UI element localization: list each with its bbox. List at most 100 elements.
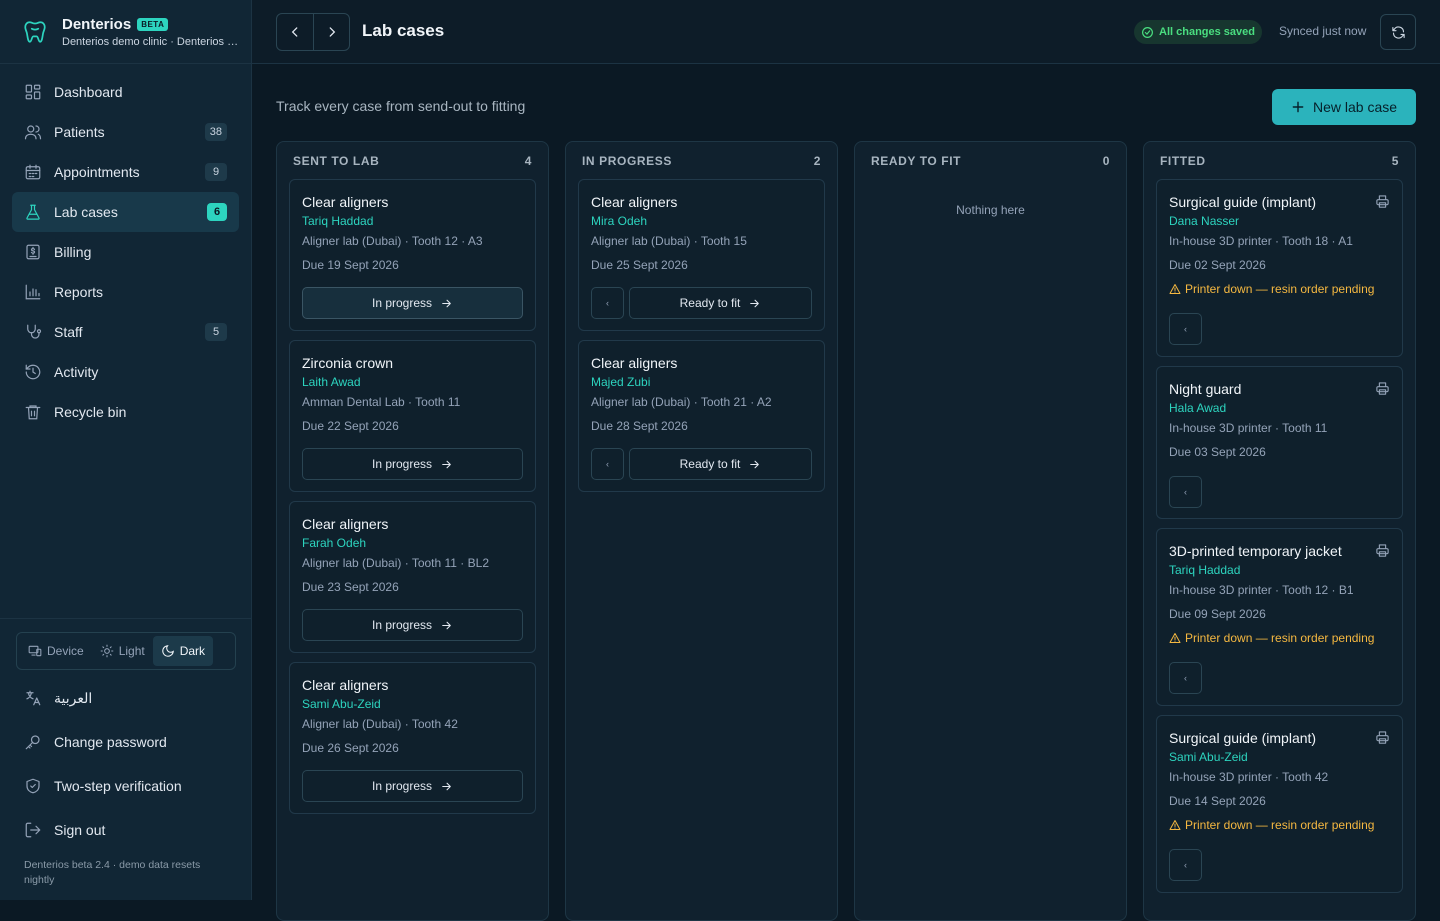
move-back-button[interactable]: ‹ — [591, 448, 624, 480]
users-icon — [24, 125, 42, 140]
moon-icon — [161, 645, 174, 657]
lab-cases-count-badge: 6 — [207, 203, 227, 221]
change-password-button[interactable]: Change password — [0, 720, 252, 764]
version-footer: Denterios beta 2.4 · demo data resets ni… — [24, 859, 201, 886]
two-step-verification-button[interactable]: Two-step verification — [0, 764, 252, 808]
sidebar-item-appointments[interactable]: Appointments 9 — [12, 152, 239, 192]
printer-icon[interactable] — [1375, 730, 1390, 745]
dashboard-icon — [25, 84, 41, 100]
translate-icon — [26, 690, 41, 706]
sidebar-item-activity[interactable]: Activity — [12, 352, 239, 392]
lab-case-card[interactable]: 3D-printed temporary jacket Tariq Haddad… — [1156, 528, 1403, 706]
column-fitted: FITTED 5 Surgical guide (implant) Dana Na… — [1143, 141, 1416, 921]
warning-icon — [1169, 820, 1181, 830]
patient-link[interactable]: Mira Odeh — [591, 214, 647, 228]
patient-link[interactable]: Sami Abu-Zeid — [1169, 750, 1248, 764]
case-lab-details: Aligner lab (Dubai) · Tooth 21 · A2 — [591, 395, 772, 409]
button-label: Ready to fit — [679, 457, 741, 471]
sidebar-item-dashboard[interactable]: Dashboard — [12, 72, 239, 112]
lab-case-card[interactable]: Clear aligners Sami Abu-Zeid Aligner lab… — [289, 662, 536, 814]
sidebar-item-label: Lab cases — [54, 204, 118, 220]
theme-device-button[interactable]: Device — [20, 636, 92, 666]
sign-out-label: Sign out — [54, 822, 106, 838]
theme-light-button[interactable]: Light — [92, 636, 153, 666]
printer-warning: Printer down — resin order pending — [1169, 631, 1374, 645]
brand-name: Denterios BETA — [62, 16, 240, 33]
printer-icon[interactable] — [1375, 543, 1390, 558]
case-lab-details: Aligner lab (Dubai) · Tooth 42 — [302, 717, 458, 731]
case-due-date: Due 28 Sept 2026 — [591, 419, 688, 433]
tooth-logo-icon — [24, 20, 46, 43]
lab-case-card[interactable]: Night guard Hala Awad In-house 3D printe… — [1156, 366, 1403, 519]
move-to-in-progress-button[interactable]: In progress — [302, 770, 523, 802]
new-lab-case-button[interactable]: New lab case — [1272, 89, 1416, 125]
sidebar: Denterios BETA Denterios demo clinic · De… — [0, 0, 252, 900]
warning-text: Printer down — resin order pending — [1185, 818, 1375, 832]
case-lab-details: In-house 3D printer · Tooth 11 — [1169, 421, 1328, 435]
patient-link[interactable]: Farah Odeh — [302, 536, 366, 550]
printer-icon[interactable] — [1375, 381, 1390, 396]
patient-link[interactable]: Sami Abu-Zeid — [302, 697, 381, 711]
move-to-in-progress-button[interactable]: In progress — [302, 448, 523, 480]
patient-link[interactable]: Laith Awad — [302, 375, 361, 389]
sidebar-item-reports[interactable]: Reports — [12, 272, 239, 312]
move-to-in-progress-button[interactable]: In progress — [302, 609, 523, 641]
forward-button[interactable] — [313, 14, 349, 50]
printer-icon[interactable] — [1375, 194, 1390, 209]
button-label: In progress — [371, 618, 433, 632]
sidebar-item-patients[interactable]: Patients 38 — [12, 112, 239, 152]
patient-link[interactable]: Tariq Haddad — [1169, 563, 1240, 577]
column-count: 0 — [1102, 154, 1110, 168]
patient-link[interactable]: Dana Nasser — [1169, 214, 1239, 228]
move-to-ready-button[interactable]: Ready to fit — [629, 448, 812, 480]
sidebar-item-lab-cases[interactable]: Lab cases 6 — [12, 192, 239, 232]
lab-case-card[interactable]: Zirconia crown Laith Awad Amman Dental L… — [289, 340, 536, 492]
refresh-button[interactable] — [1380, 14, 1416, 50]
column-header: SENT TO LAB 4 — [277, 142, 548, 180]
move-back-button[interactable]: ‹ — [591, 287, 624, 319]
patient-link[interactable]: Tariq Haddad — [302, 214, 373, 228]
back-button[interactable] — [277, 14, 313, 50]
lab-case-card[interactable]: Surgical guide (implant) Sami Abu-Zeid I… — [1156, 715, 1403, 893]
chevron-left-icon — [291, 27, 298, 37]
lab-case-card[interactable]: Clear aligners Majed Zubi Aligner lab (D… — [578, 340, 825, 492]
patient-link[interactable]: Majed Zubi — [591, 375, 650, 389]
sign-out-button[interactable]: Sign out — [0, 808, 252, 852]
brand[interactable]: Denterios BETA Denterios demo clinic · De… — [0, 0, 251, 64]
key-icon — [25, 735, 40, 750]
device-icon — [28, 645, 42, 657]
move-back-button[interactable]: ‹ — [1169, 313, 1202, 345]
column-title: FITTED — [1160, 154, 1206, 168]
move-back-button[interactable]: ‹ — [1169, 662, 1202, 694]
sidebar-item-billing[interactable]: Billing — [12, 232, 239, 272]
case-due-date: Due 14 Sept 2026 — [1169, 794, 1266, 808]
column-sent-to-lab: SENT TO LAB 4 Clear aligners Tariq Haddad… — [276, 141, 549, 921]
sync-status: Synced just now — [1279, 24, 1367, 38]
language-switch[interactable]: العربية — [0, 676, 252, 720]
case-title: Clear aligners — [302, 194, 389, 210]
move-to-in-progress-button[interactable]: In progress — [302, 287, 523, 319]
arrow-right-icon — [750, 460, 760, 468]
change-password-label: Change password — [54, 734, 167, 750]
column-header: READY TO FIT 0 — [855, 142, 1126, 180]
patient-link[interactable]: Hala Awad — [1169, 401, 1226, 415]
theme-dark-button[interactable]: Dark — [152, 636, 214, 666]
sidebar-nav: Dashboard Patients 38 Appointments 9 Lab… — [0, 64, 251, 432]
lab-case-card[interactable]: Clear aligners Tariq Haddad Aligner lab … — [289, 179, 536, 331]
lab-case-card[interactable]: Clear aligners Farah Odeh Aligner lab (D… — [289, 501, 536, 653]
warning-text: Printer down — resin order pending — [1185, 631, 1375, 645]
move-back-button[interactable]: ‹ — [1169, 476, 1202, 508]
sidebar-item-recycle-bin[interactable]: Recycle bin — [12, 392, 239, 432]
sidebar-item-label: Appointments — [54, 164, 140, 180]
refresh-icon — [1391, 25, 1405, 39]
lab-case-card[interactable]: Surgical guide (implant) Dana Nasser In-… — [1156, 179, 1403, 357]
case-title: Clear aligners — [591, 194, 678, 210]
arrow-right-icon — [750, 299, 760, 307]
move-back-button[interactable]: ‹ — [1169, 849, 1202, 881]
move-to-ready-button[interactable]: Ready to fit — [629, 287, 812, 319]
language-label: العربية — [54, 689, 93, 706]
sidebar-item-staff[interactable]: Staff 5 — [12, 312, 239, 352]
lab-case-card[interactable]: Clear aligners Mira Odeh Aligner lab (Du… — [578, 179, 825, 331]
case-lab-details: Aligner lab (Dubai) · Tooth 12 · A3 — [302, 234, 483, 248]
case-due-date: Due 02 Sept 2026 — [1169, 258, 1266, 272]
